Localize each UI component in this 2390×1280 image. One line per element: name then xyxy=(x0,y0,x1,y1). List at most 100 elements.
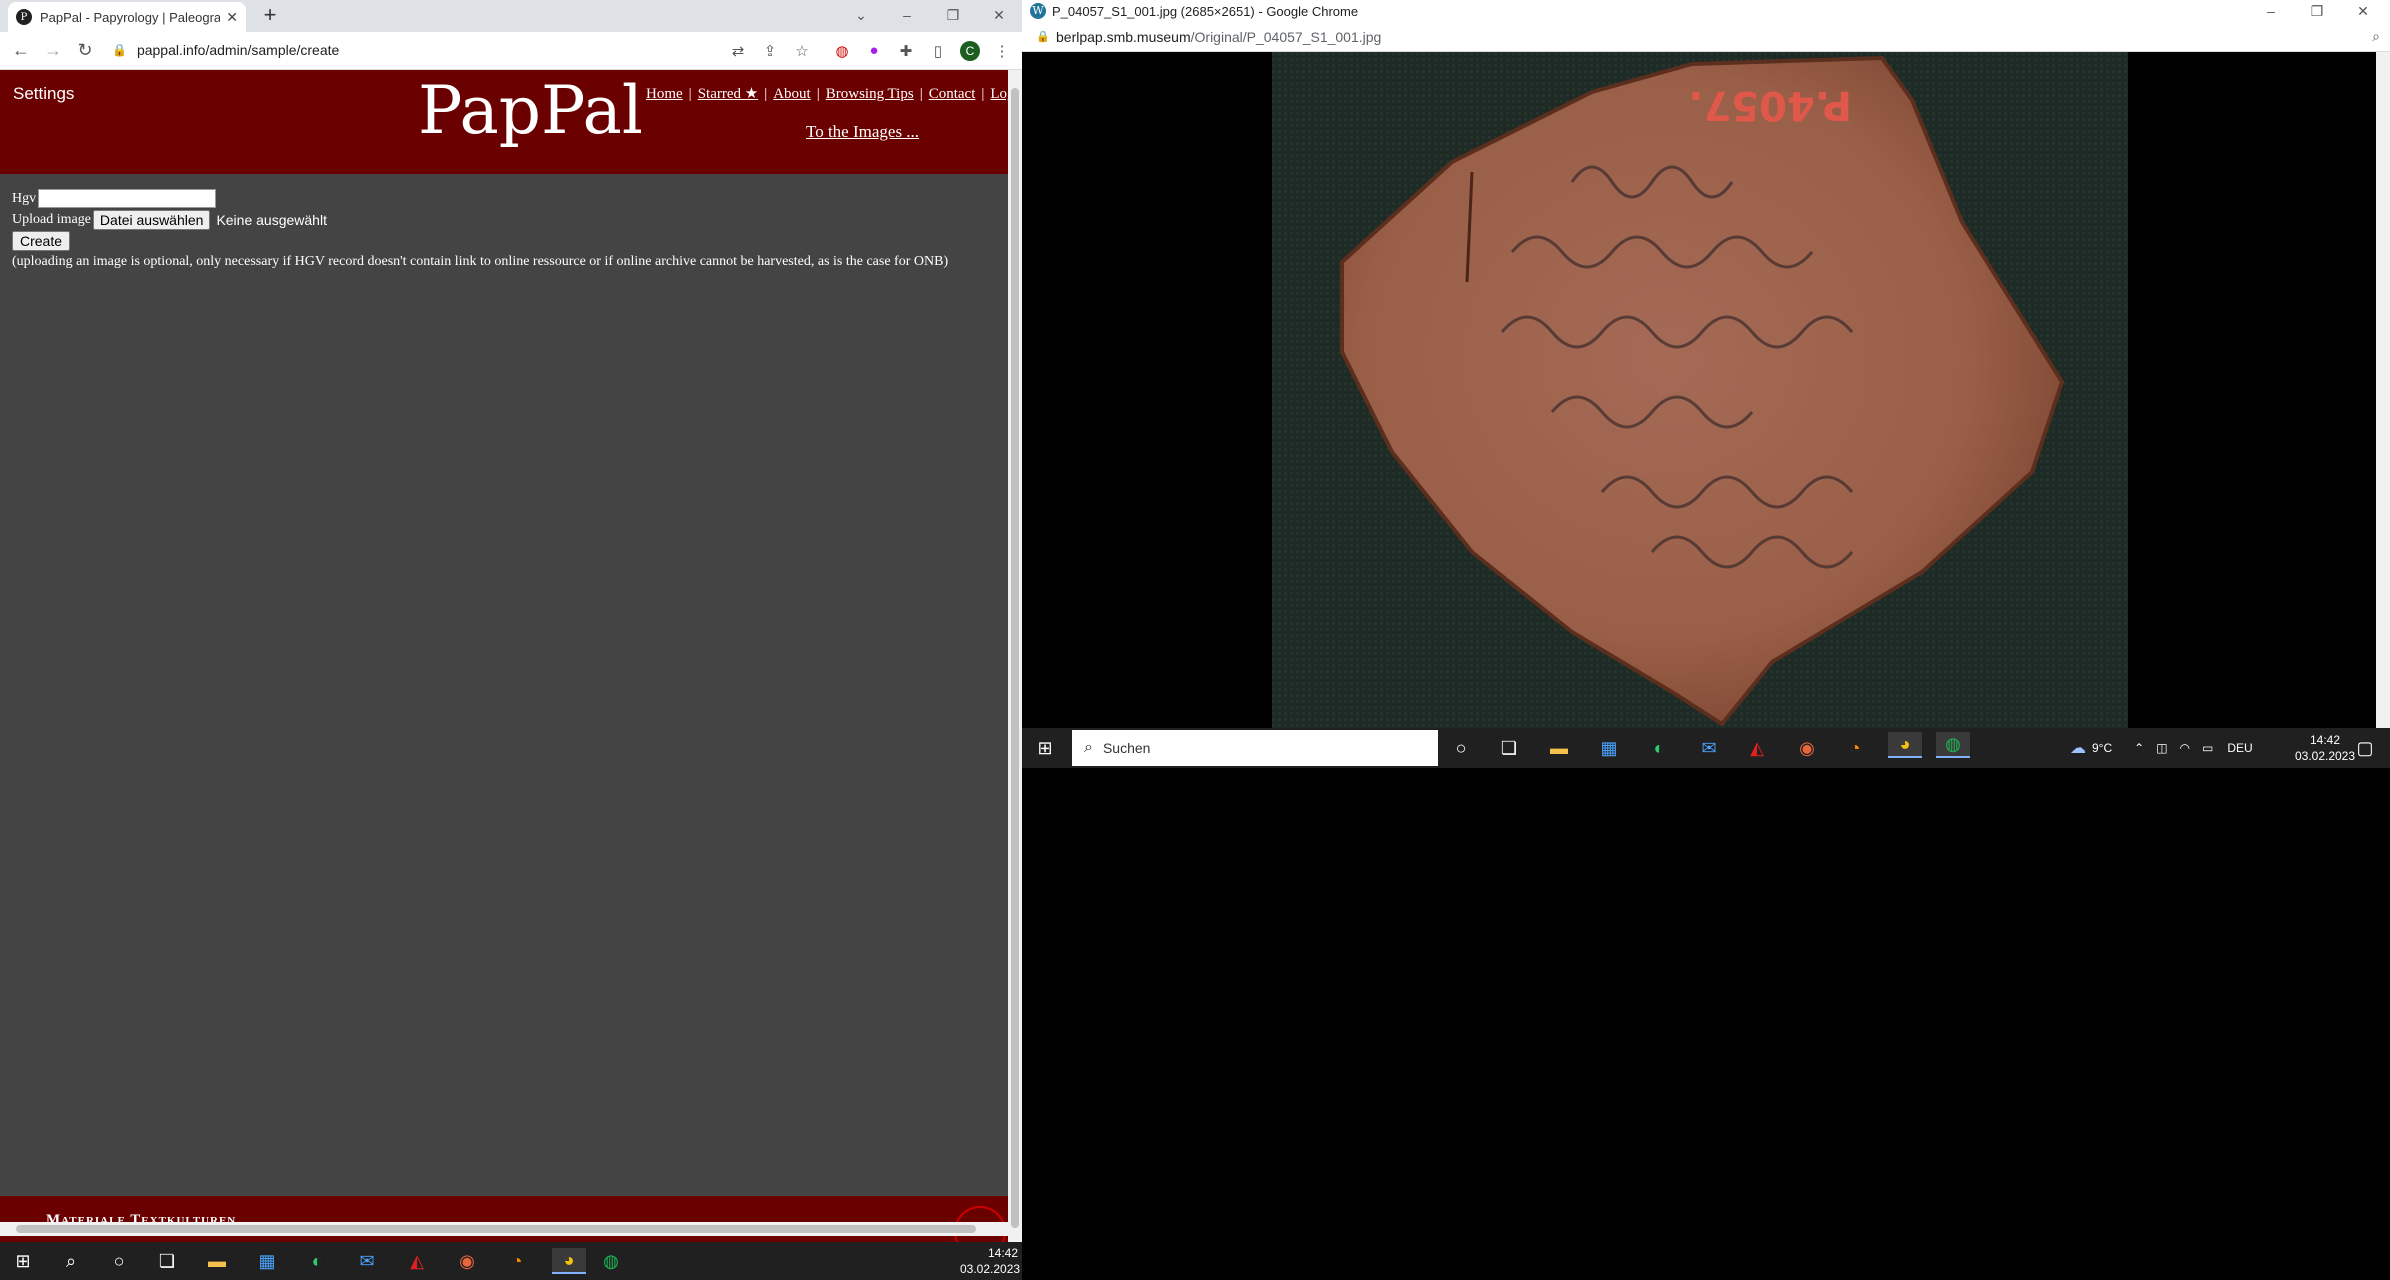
create-sample-form: Hgv Upload image Datei auswählen Keine a… xyxy=(12,188,948,272)
chrome-icon[interactable]: ◕ xyxy=(552,1248,586,1274)
lock-icon: 🔒 xyxy=(1036,31,1050,43)
weather-temp[interactable]: 9°C xyxy=(2092,741,2112,755)
mail-icon[interactable]: ✉ xyxy=(1696,735,1722,761)
site-logo[interactable]: PapPal xyxy=(418,72,643,149)
language-indicator[interactable]: DEU xyxy=(2227,741,2252,755)
nav-about[interactable]: About xyxy=(773,86,811,102)
right-window-controls: – ❐ ✕ xyxy=(2248,0,2386,22)
clock-date: 03.02.2023 xyxy=(2294,749,2356,763)
file-explorer-icon[interactable]: ▬ xyxy=(204,1248,230,1274)
wifi-icon[interactable]: ◠ xyxy=(2180,741,2190,755)
share-icon[interactable]: ⇪ xyxy=(760,42,780,60)
address-bar: ← → ↻ 🔒 pappal.info/admin/sample/create … xyxy=(0,32,1022,70)
tab-search-icon[interactable]: ⌄ xyxy=(838,0,884,30)
taskbar-clock-left[interactable]: 14:42 03.02.2023 xyxy=(960,1245,1021,1277)
extension-red-icon[interactable]: ◍ xyxy=(832,42,852,60)
close-window-icon[interactable]: ✕ xyxy=(2340,0,2386,22)
store-icon[interactable]: ▦ xyxy=(254,1248,280,1274)
nav-contact[interactable]: Contact xyxy=(929,86,976,102)
new-tab-button[interactable]: + xyxy=(258,4,282,28)
ostracon-image[interactable]: P.4057. xyxy=(1272,52,2128,728)
back-arrow-icon[interactable]: ← xyxy=(10,40,32,61)
powerpoint-icon[interactable]: ◉ xyxy=(1794,735,1820,761)
spotify-icon[interactable]: ◍ xyxy=(598,1248,624,1274)
vertical-scrollbar[interactable] xyxy=(1008,70,1022,1242)
horizontal-scrollbar[interactable] xyxy=(0,1222,1008,1236)
battery-icon[interactable]: ▭ xyxy=(2202,741,2213,755)
choose-file-button[interactable]: Datei auswählen xyxy=(92,209,211,230)
chrome-icon[interactable]: ◕ xyxy=(1888,732,1922,758)
right-browser-window: W P_04057_S1_001.jpg (2685×2651) - Googl… xyxy=(1022,0,2390,768)
lock-icon: 🔒 xyxy=(112,43,127,57)
right-title-bar: W P_04057_S1_001.jpg (2685×2651) - Googl… xyxy=(1022,0,2390,22)
tab-strip: P PapPal - Papyrology | Paleograph ✕ + ⌄… xyxy=(0,0,1022,32)
zoom-icon[interactable]: ⌕ xyxy=(2372,28,2380,45)
inscription-text: P.4057. xyxy=(1688,82,1852,128)
extensions-puzzle-icon[interactable]: ✚ xyxy=(896,42,916,60)
side-panel-icon[interactable]: ▯ xyxy=(928,42,948,60)
wordpress-favicon-icon: W xyxy=(1030,3,1046,19)
taskbar-clock-right[interactable]: 14:42 03.02.2023 xyxy=(2290,732,2360,764)
edge-icon[interactable]: ◐ xyxy=(304,1248,330,1274)
clock-date: 03.02.2023 xyxy=(960,1262,1021,1276)
omnibox[interactable]: 🔒 pappal.info/admin/sample/create xyxy=(112,36,712,64)
search-icon[interactable]: ⌕ xyxy=(58,1248,84,1274)
system-tray: ☁ 9°C ⌃ ◫ ◠ ▭ DEU xyxy=(2070,728,2253,768)
tab-pappal[interactable]: P PapPal - Papyrology | Paleograph ✕ xyxy=(8,2,246,32)
clock-time: 14:42 xyxy=(2309,733,2341,747)
extension-purple-icon[interactable]: ● xyxy=(864,42,884,59)
firefox-icon[interactable]: ◔ xyxy=(1842,735,1868,761)
taskbar-search-box[interactable]: ⌕ Suchen xyxy=(1072,730,1438,766)
notification-icon[interactable]: ▢ xyxy=(2352,735,2378,761)
powerpoint-icon[interactable]: ◉ xyxy=(454,1248,480,1274)
restore-icon[interactable]: ❐ xyxy=(2294,0,2340,22)
minimize-icon[interactable]: – xyxy=(884,0,930,30)
tray-chevron-up-icon[interactable]: ⌃ xyxy=(2134,741,2144,755)
create-button[interactable]: Create xyxy=(12,230,71,251)
hgv-input[interactable] xyxy=(38,189,217,208)
task-view-icon[interactable]: ❏ xyxy=(154,1248,180,1274)
reload-icon[interactable]: ↻ xyxy=(74,40,96,61)
acrobat-icon[interactable]: ◭ xyxy=(404,1248,430,1274)
right-address-bar[interactable]: 🔒 berlpap.smb.museum/Original/P_04057_S1… xyxy=(1022,22,2390,52)
to-images-link[interactable]: To the Images ... xyxy=(806,122,919,142)
nav-browsing-tips[interactable]: Browsing Tips xyxy=(826,86,914,102)
cortana-icon[interactable]: ○ xyxy=(106,1248,132,1274)
close-window-icon[interactable]: ✕ xyxy=(976,0,1022,30)
restore-icon[interactable]: ❐ xyxy=(930,0,976,30)
weather-cloud-icon[interactable]: ☁ xyxy=(2070,738,2086,758)
cortana-icon[interactable]: ○ xyxy=(1448,735,1474,761)
right-vertical-scrollbar[interactable] xyxy=(2376,52,2390,728)
bookmark-star-icon[interactable]: ☆ xyxy=(792,42,812,60)
minimize-icon[interactable]: – xyxy=(2248,0,2294,22)
windows-start-icon[interactable]: ⊞ xyxy=(1032,735,1058,761)
translate-icon[interactable]: ⇄ xyxy=(728,42,748,60)
window-controls: ⌄ – ❐ ✕ xyxy=(838,0,1022,30)
ostracon-photo: P.4057. xyxy=(1272,52,2128,728)
forward-arrow-icon[interactable]: → xyxy=(42,40,64,61)
acrobat-icon[interactable]: ◭ xyxy=(1744,735,1770,761)
task-view-icon[interactable]: ❏ xyxy=(1496,735,1522,761)
upload-label: Upload image xyxy=(12,211,91,227)
windows-start-icon[interactable]: ⊞ xyxy=(10,1248,36,1274)
nav-starred[interactable]: Starred ★ xyxy=(698,86,759,102)
create-row: Create xyxy=(12,230,948,251)
main-nav: Home | Starred ★ | About | Browsing Tips | Conta… xyxy=(646,84,1022,103)
store-icon[interactable]: ▦ xyxy=(1596,735,1622,761)
profile-avatar[interactable]: C xyxy=(960,41,980,61)
window-title: P_04057_S1_001.jpg (2685×2651) - Google … xyxy=(1052,4,1359,19)
tab-title: PapPal - Papyrology | Paleograph xyxy=(40,9,221,25)
firefox-icon[interactable]: ◔ xyxy=(504,1248,530,1274)
site-header: Settings PapPal Home | Starred ★ | About | Bro… xyxy=(0,70,1022,174)
close-tab-icon[interactable]: ✕ xyxy=(226,9,238,26)
nav-home[interactable]: Home xyxy=(646,86,683,102)
edge-icon[interactable]: ◐ xyxy=(1646,735,1672,761)
network-icon[interactable]: ◫ xyxy=(2156,741,2167,755)
mail-icon[interactable]: ✉ xyxy=(354,1248,380,1274)
file-status: Keine ausgewählt xyxy=(216,211,327,228)
search-icon: ⌕ xyxy=(1084,739,1093,756)
file-explorer-icon[interactable]: ▬ xyxy=(1546,735,1572,761)
menu-kebab-icon[interactable]: ⋮ xyxy=(992,42,1012,60)
spotify-icon[interactable]: ◍ xyxy=(1936,732,1970,758)
settings-link[interactable]: Settings xyxy=(13,84,74,104)
